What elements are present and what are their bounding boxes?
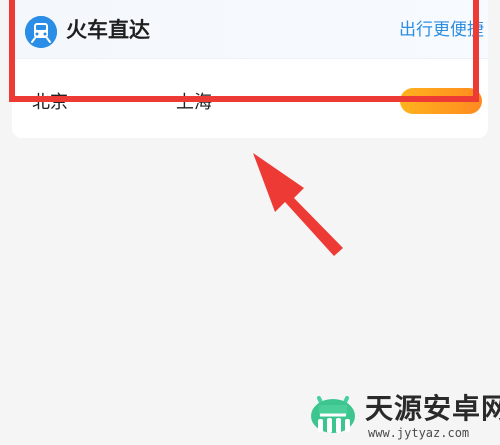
- watermark-url: www.jytyaz.com: [368, 426, 470, 440]
- card-header: 火车直达 出行更便捷: [12, 0, 488, 59]
- watermark: 天源安卓网 www.jytyaz.com: [306, 392, 500, 440]
- card-subtitle-link[interactable]: 出行更便捷: [399, 17, 484, 43]
- android-logo-icon: [311, 396, 355, 433]
- departure-station[interactable]: 北京: [32, 88, 68, 114]
- watermark-title: 天源安卓网: [365, 392, 500, 425]
- route-row[interactable]: 北京 上海: [12, 82, 488, 122]
- train-direct-card[interactable]: 火车直达 出行更便捷 北京 上海: [12, 0, 488, 138]
- arrival-station[interactable]: 上海: [176, 88, 212, 114]
- route-line: [78, 100, 166, 101]
- book-ticket-button[interactable]: [400, 88, 482, 114]
- card-title: 火车直达: [66, 18, 150, 42]
- train-icon: [25, 16, 57, 48]
